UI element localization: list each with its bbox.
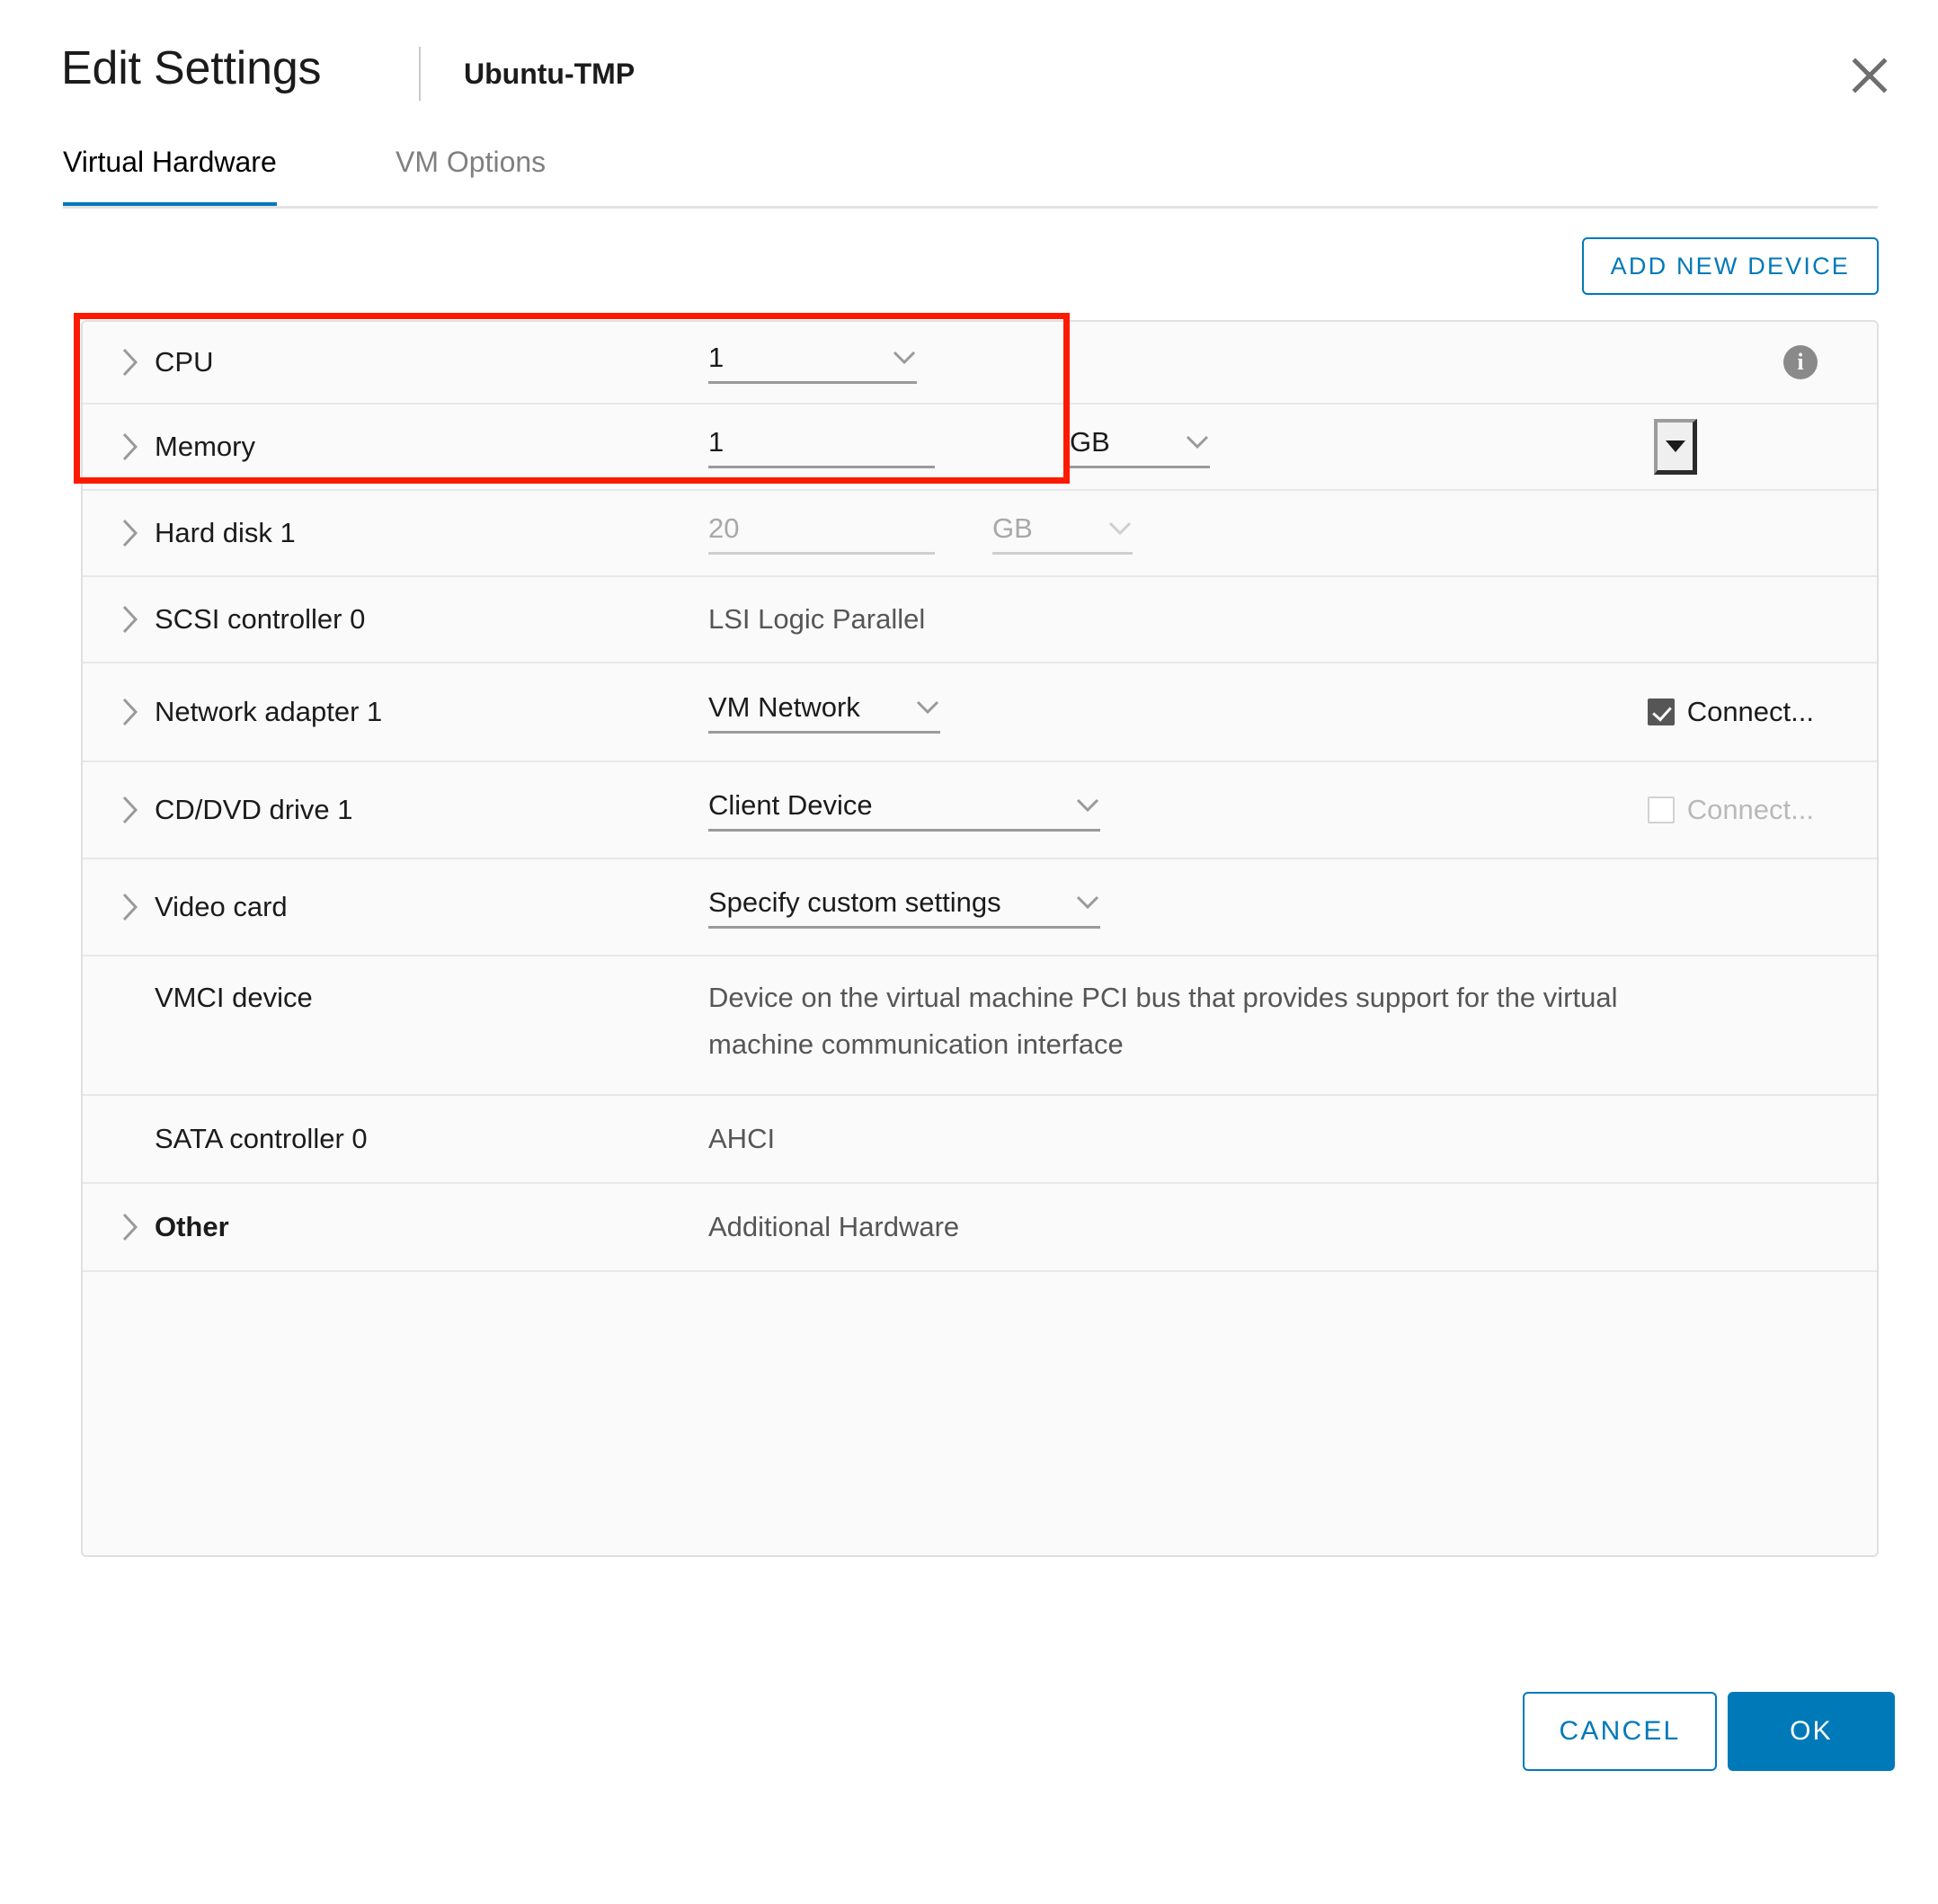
table-row-sata-controller-0: SATA controller 0 AHCI [83, 1096, 1877, 1184]
row-label-video-card: Video card [83, 891, 622, 923]
device-name: SCSI controller 0 [155, 603, 366, 635]
connect-label: Connect... [1686, 696, 1814, 727]
hard-disk-size-value: 20 [708, 512, 740, 544]
other-description: Additional Hardware [708, 1211, 960, 1242]
row-label-cd-dvd-drive-1: CD/DVD drive 1 [83, 794, 622, 826]
close-icon[interactable] [1846, 52, 1893, 99]
tab-virtual-hardware[interactable]: Virtual Hardware [63, 135, 277, 209]
chevron-down-icon [1185, 434, 1210, 450]
network-adapter-network-select[interactable]: VM Network [708, 691, 940, 734]
vmci-device-description: Device on the virtual machine PCI bus th… [708, 982, 1618, 1060]
connect-label: Connect... [1686, 794, 1814, 825]
video-card-settings-value: Specify custom settings [708, 885, 1001, 918]
device-list-panel: CPU 1 i Memory 1 GB Hard disk 1 20 GB SC… [81, 320, 1879, 1557]
tab-rule [63, 206, 1878, 209]
memory-unit-dropdown-button[interactable] [1654, 419, 1697, 475]
network-adapter-connect-checkbox[interactable]: Connect... [1647, 696, 1814, 728]
row-label-hard-disk-1: Hard disk 1 [83, 517, 622, 549]
chevron-right-icon[interactable] [120, 795, 155, 825]
chevron-down-icon [915, 699, 940, 716]
chevron-right-icon[interactable] [120, 1212, 155, 1242]
table-row-other[interactable]: Other Additional Hardware [83, 1184, 1877, 1272]
row-label-cpu: CPU [83, 346, 622, 378]
sata-controller-type: AHCI [708, 1123, 776, 1154]
scsi-controller-type: LSI Logic Parallel [708, 603, 926, 635]
dialog-footer: CANCEL OK [0, 1634, 1938, 1904]
table-row-hard-disk-1[interactable]: Hard disk 1 20 GB [83, 491, 1877, 577]
row-value-hard-disk-1: 20 GB [622, 512, 1877, 555]
checkbox-checked-icon [1647, 698, 1675, 725]
page-title: Edit Settings [61, 42, 322, 94]
add-new-device-button[interactable]: ADD NEW DEVICE [1581, 237, 1879, 295]
checkbox-unchecked-icon [1647, 796, 1675, 823]
chevron-down-icon [1107, 520, 1133, 537]
row-value-video-card: Specify custom settings [622, 886, 1877, 929]
vm-name: Ubuntu-TMP [464, 58, 636, 90]
chevron-right-icon[interactable] [120, 697, 155, 727]
row-value-vmci-device: Device on the virtual machine PCI bus th… [622, 956, 1877, 1068]
table-row-memory[interactable]: Memory 1 GB [83, 405, 1877, 491]
memory-unit-value: GB [1070, 425, 1110, 458]
device-name: CPU [155, 346, 214, 378]
hard-disk-size-input[interactable]: 20 [708, 512, 935, 555]
video-card-settings-select[interactable]: Specify custom settings [708, 886, 1100, 929]
cpu-count-value: 1 [708, 341, 725, 373]
device-name: VMCI device [155, 982, 313, 1013]
dialog-header: Edit Settings Ubuntu-TMP [0, 0, 1938, 135]
chevron-right-icon[interactable] [120, 518, 155, 548]
row-value-other: Additional Hardware [622, 1211, 1877, 1243]
cd-dvd-device-select[interactable]: Client Device [708, 789, 1100, 832]
device-name: Memory [155, 431, 255, 462]
tab-bar: Virtual Hardware VM Options [0, 135, 1938, 209]
memory-size-input[interactable]: 1 [708, 426, 935, 468]
ok-button[interactable]: OK [1728, 1692, 1895, 1771]
row-label-network-adapter-1: Network adapter 1 [83, 696, 622, 728]
triangle-down-icon [1665, 440, 1685, 452]
row-label-vmci-device: VMCI device [83, 956, 622, 1014]
chevron-down-icon [1075, 797, 1100, 814]
title-divider [419, 47, 421, 101]
cd-dvd-device-value: Client Device [708, 788, 873, 821]
cd-dvd-connect-checkbox: Connect... [1647, 794, 1814, 826]
device-name: SATA controller 0 [155, 1123, 368, 1154]
row-value-network-adapter-1: VM Network Connect... [622, 691, 1877, 734]
table-row-cd-dvd-drive-1[interactable]: CD/DVD drive 1 Client Device Connect... [83, 762, 1877, 859]
network-adapter-network-value: VM Network [708, 690, 860, 723]
chevron-right-icon[interactable] [120, 347, 155, 378]
memory-unit-select[interactable]: GB [1070, 426, 1210, 468]
device-name: Video card [155, 891, 288, 922]
chevron-right-icon[interactable] [120, 604, 155, 635]
table-row-vmci-device: VMCI device Device on the virtual machin… [83, 956, 1877, 1096]
row-label-memory: Memory [83, 431, 622, 463]
row-value-scsi-controller-0: LSI Logic Parallel [622, 603, 1877, 636]
row-value-sata-controller-0: AHCI [622, 1123, 1877, 1155]
chevron-right-icon[interactable] [120, 432, 155, 462]
device-name: Network adapter 1 [155, 696, 383, 727]
cpu-count-select[interactable]: 1 [708, 342, 917, 384]
row-value-memory: 1 GB [622, 419, 1877, 475]
tab-vm-options[interactable]: VM Options [396, 135, 546, 209]
row-label-sata-controller-0: SATA controller 0 [83, 1123, 622, 1155]
device-name: Other [155, 1211, 229, 1242]
chevron-down-icon [1075, 894, 1100, 911]
chevron-down-icon [892, 350, 917, 366]
edit-settings-dialog: Edit Settings Ubuntu-TMP Virtual Hardwar… [0, 0, 1938, 1904]
row-label-scsi-controller-0: SCSI controller 0 [83, 603, 622, 636]
hard-disk-unit-value: GB [992, 512, 1033, 544]
row-value-cd-dvd-drive-1: Client Device Connect... [622, 789, 1877, 832]
memory-size-value: 1 [708, 425, 725, 458]
info-icon[interactable]: i [1783, 345, 1818, 379]
table-row-video-card[interactable]: Video card Specify custom settings [83, 859, 1877, 956]
chevron-right-icon[interactable] [120, 892, 155, 922]
table-row-network-adapter-1[interactable]: Network adapter 1 VM Network Connect... [83, 663, 1877, 762]
device-name: Hard disk 1 [155, 517, 296, 548]
table-row-cpu[interactable]: CPU 1 i [83, 322, 1877, 405]
cancel-button[interactable]: CANCEL [1523, 1692, 1717, 1771]
row-label-other: Other [83, 1211, 622, 1243]
table-row-scsi-controller-0[interactable]: SCSI controller 0 LSI Logic Parallel [83, 577, 1877, 663]
device-name: CD/DVD drive 1 [155, 794, 353, 825]
hard-disk-unit-select[interactable]: GB [992, 512, 1133, 555]
row-value-cpu: 1 i [622, 342, 1877, 384]
